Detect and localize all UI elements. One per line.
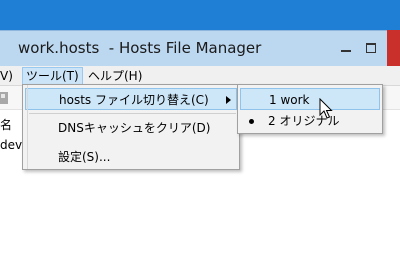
maximize-icon[interactable] [363, 39, 379, 55]
window-title: work.hosts - Hosts File Manager [18, 39, 262, 57]
menu-item-label: hosts ファイル切り替え(C) [59, 93, 209, 107]
bullet-icon [249, 119, 254, 124]
arrow-right-icon [226, 96, 231, 104]
menu-gutter-line [27, 85, 28, 169]
menu-item-settings[interactable]: 設定(S)... [23, 146, 239, 168]
desktop-background [0, 0, 400, 30]
menu-item-label: 設定(S)... [58, 150, 111, 164]
tools-dropdown-menu: hosts ファイル切り替え(C) DNSキャッシュをクリア(D) 設定(S).… [22, 84, 240, 170]
menu-tools[interactable]: ツール(T) [22, 67, 83, 85]
cursor-icon [319, 98, 333, 119]
submenu-item-original[interactable]: 2 オリジナル [238, 110, 382, 132]
toolbar-button-icon[interactable] [0, 92, 8, 104]
menu-help[interactable]: ヘルプ(H) [85, 68, 145, 84]
menu-bar: V) ツール(T) ヘルプ(H) [0, 66, 400, 86]
menu-view[interactable]: V) [0, 68, 16, 84]
menu-item-switch-hosts[interactable]: hosts ファイル切り替え(C) [25, 88, 237, 110]
menu-item-clear-dns[interactable]: DNSキャッシュをクリア(D) [23, 117, 239, 139]
list-item[interactable]: dev [0, 138, 22, 152]
close-button[interactable] [387, 30, 400, 66]
submenu-item-work[interactable]: 1 work [240, 88, 380, 110]
title-bar[interactable]: work.hosts - Hosts File Manager [0, 30, 400, 66]
hosts-switch-submenu: 1 work 2 オリジナル [237, 84, 383, 134]
menu-item-label: DNSキャッシュをクリア(D) [58, 121, 211, 135]
column-header-name[interactable]: 名 [0, 116, 12, 133]
submenu-item-label: 1 work [269, 93, 310, 107]
minimize-icon[interactable] [338, 39, 354, 55]
menu-separator [29, 113, 236, 114]
